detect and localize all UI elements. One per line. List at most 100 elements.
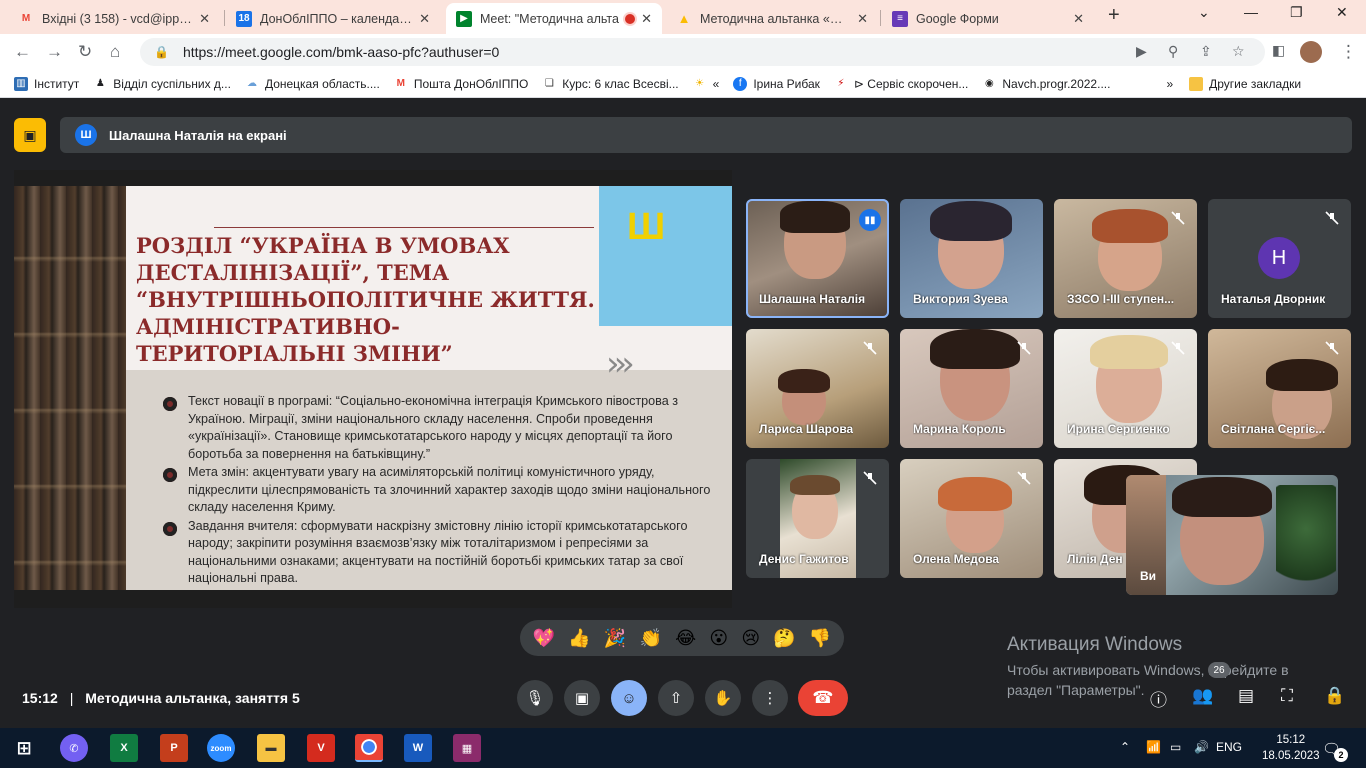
share-icon[interactable]: ⇪ — [1200, 43, 1212, 60]
side-panel-icon[interactable]: ◧ — [1272, 42, 1285, 59]
reaction-clap[interactable]: 👏 — [639, 628, 661, 649]
present-button[interactable]: ⇧ — [658, 680, 694, 716]
camera-button[interactable]: ▣ — [564, 680, 600, 716]
archiver-icon[interactable]: ▦ — [453, 734, 481, 762]
home-icon[interactable]: ⌂ — [110, 42, 120, 62]
chrome-icon[interactable] — [355, 734, 383, 762]
host-controls-icon[interactable]: 🔒 — [1324, 686, 1345, 706]
close-icon[interactable]: ✕ — [641, 11, 652, 27]
bookmark-item[interactable]: f Ірина Рибак — [733, 76, 820, 91]
forward-icon[interactable]: → — [46, 42, 63, 62]
reaction-laugh[interactable]: 😂 — [675, 628, 696, 649]
reaction-heart[interactable]: 💖 — [533, 628, 555, 649]
leave-call-button[interactable]: ☎ — [798, 680, 848, 716]
participant-name: ЗЗСО І-ІІІ ступен... — [1067, 292, 1175, 306]
chevron-down-icon[interactable]: ⌄ — [1198, 4, 1210, 21]
people-icon[interactable]: 👥 — [1192, 686, 1213, 706]
camera-icon[interactable]: ▶ — [1136, 43, 1147, 60]
file-explorer-icon[interactable]: ▬ — [257, 734, 285, 762]
meeting-time: 15:12 — [22, 690, 58, 706]
profile-avatar[interactable] — [1300, 41, 1322, 63]
slide-title: РОЗДІЛ “УКРАЇНА В УМОВАХ ДЕСТАЛІНІЗАЦІЇ”… — [136, 233, 595, 366]
reaction-party[interactable]: 🎉 — [604, 628, 626, 649]
volume-icon[interactable]: 🔊 — [1194, 740, 1209, 754]
tray-expand-icon[interactable]: ⌃ — [1120, 740, 1130, 754]
more-bookmarks-button[interactable]: » — [1166, 77, 1173, 91]
participant-name: Світлана Сергіє... — [1221, 422, 1326, 436]
bookmark-item[interactable]: ☁ Донецкая область.... — [245, 77, 380, 91]
bookmark-item[interactable]: ☀ « — [693, 77, 719, 91]
participant-tile[interactable]: Денис Гажитов — [746, 459, 889, 578]
activities-icon[interactable]: ⛶ — [1281, 686, 1293, 706]
address-bar[interactable]: 🔒 https://meet.google.com/bmk-aaso-pfc?a… — [140, 38, 1265, 66]
windows-start-icon[interactable]: ⊞ — [10, 734, 38, 762]
tab-forms[interactable]: ≡ Google Форми ✕ — [882, 3, 1094, 34]
stop-presenting-icon[interactable]: ▣ — [14, 118, 46, 152]
info-icon[interactable]: ⓘ — [1150, 686, 1167, 711]
menu-icon[interactable]: ⋮ — [1340, 42, 1357, 62]
bookmark-item[interactable]: ◉ Navch.progr.2022.... — [982, 77, 1110, 91]
reaction-thumbs-down[interactable]: 👎 — [809, 628, 831, 649]
zoom-icon[interactable]: zoom — [207, 734, 235, 762]
participant-tile[interactable]: Світлана Сергіє... — [1208, 329, 1351, 448]
facebook-icon: f — [733, 76, 748, 91]
participant-tile[interactable]: Ирина Сергиенко — [1054, 329, 1197, 448]
participant-tile[interactable]: Лариса Шарова — [746, 329, 889, 448]
tab-gmail[interactable]: M Вхідні (3 158) - vcd@ippo.dn ✕ — [8, 3, 220, 34]
reload-icon[interactable]: ↻ — [78, 42, 92, 62]
bookmark-item[interactable]: ▥ Інститут — [14, 76, 79, 91]
close-icon[interactable]: ✕ — [419, 11, 430, 27]
excel-icon[interactable]: X — [110, 734, 138, 762]
app-icon[interactable]: V — [307, 734, 335, 762]
close-icon[interactable]: ✕ — [199, 11, 210, 27]
self-view-tile[interactable]: Ви — [1126, 475, 1338, 595]
zoom-icon[interactable]: ⚲ — [1168, 43, 1178, 60]
bookmark-item[interactable]: ⚡ ⊳ Сервіс скорочен... — [834, 77, 968, 91]
close-icon[interactable]: ✕ — [857, 11, 868, 27]
slide: Ш ››› РОЗДІЛ “УКРАЇНА В УМОВАХ ДЕСТАЛІНІ… — [14, 186, 732, 590]
reaction-thinking[interactable]: 🤔 — [773, 628, 795, 649]
mic-off-icon — [1015, 469, 1033, 487]
more-options-button[interactable]: ⋮ — [752, 680, 788, 716]
bookmark-item[interactable]: ♟ Відділ суспільних д... — [93, 77, 231, 91]
bookmark-item[interactable]: M Пошта ДонОблІППО — [394, 77, 529, 91]
window-close-icon[interactable]: ✕ — [1336, 4, 1348, 21]
chat-icon[interactable]: ▤ — [1238, 686, 1254, 706]
cloud-icon: ☁ — [246, 78, 257, 89]
windows-taskbar: ⊞ ✆ X P zoom ▬ V W ▦ ⌃ 📶 ▭ 🔊 ENG 15:12 1… — [0, 728, 1366, 768]
star-icon[interactable]: ☆ — [1232, 43, 1245, 60]
language-indicator[interactable]: ENG — [1216, 740, 1242, 754]
participant-tile[interactable]: ▮▮ Шалашна Наталія — [746, 199, 889, 318]
taskbar-clock[interactable]: 15:12 18.05.2023 — [1262, 732, 1320, 764]
reaction-sad[interactable]: 😢 — [741, 628, 760, 649]
participant-tile[interactable]: Олена Медова — [900, 459, 1043, 578]
reaction-surprised[interactable]: 😮 — [709, 628, 728, 649]
participant-tile[interactable]: ЗЗСО І-ІІІ ступен... — [1054, 199, 1197, 318]
participant-tile[interactable]: Марина Король — [900, 329, 1043, 448]
network-icon[interactable]: 📶 — [1146, 740, 1161, 754]
institute-icon: ▥ — [14, 76, 28, 91]
viber-icon[interactable]: ✆ — [60, 734, 88, 762]
battery-icon[interactable]: ▭ — [1170, 740, 1181, 754]
reaction-thumbs-up[interactable]: 👍 — [568, 628, 590, 649]
back-icon[interactable]: ← — [14, 42, 31, 62]
participant-name: Олена Медова — [913, 552, 1000, 566]
participant-tile[interactable]: Виктория Зуева — [900, 199, 1043, 318]
word-icon[interactable]: W — [404, 734, 432, 762]
new-tab-button[interactable]: + — [1108, 4, 1120, 27]
minimize-icon[interactable]: — — [1244, 4, 1258, 20]
meet-area: ▣ Ш Шалашна Наталія на екрані Ш ››› РОЗД… — [0, 98, 1366, 728]
raise-hand-button[interactable]: ✋ — [705, 680, 741, 716]
restore-icon[interactable]: ❐ — [1290, 4, 1303, 21]
tab-meet[interactable]: ▶ Meet: "Методична альта ✕ — [446, 3, 662, 34]
participant-tile[interactable]: Н Наталья Дворник — [1208, 199, 1351, 318]
bookmark-item[interactable]: ❏ Курс: 6 клас Всесві... — [542, 77, 679, 91]
close-icon[interactable]: ✕ — [1073, 11, 1084, 27]
emoji-button[interactable]: ☺ — [611, 680, 647, 716]
tab-calendar[interactable]: 18 ДонОблІППО – календар - ✕ — [226, 3, 440, 34]
tab-drive[interactable]: ▲ Методична альтанка «Онов ✕ — [666, 3, 878, 34]
microphone-button[interactable]: 🎙 — [517, 680, 553, 716]
powerpoint-icon[interactable]: P — [160, 734, 188, 762]
tab-label: Методична альтанка «Онов — [700, 11, 852, 26]
other-bookmarks[interactable]: Другие закладки — [1189, 76, 1301, 91]
